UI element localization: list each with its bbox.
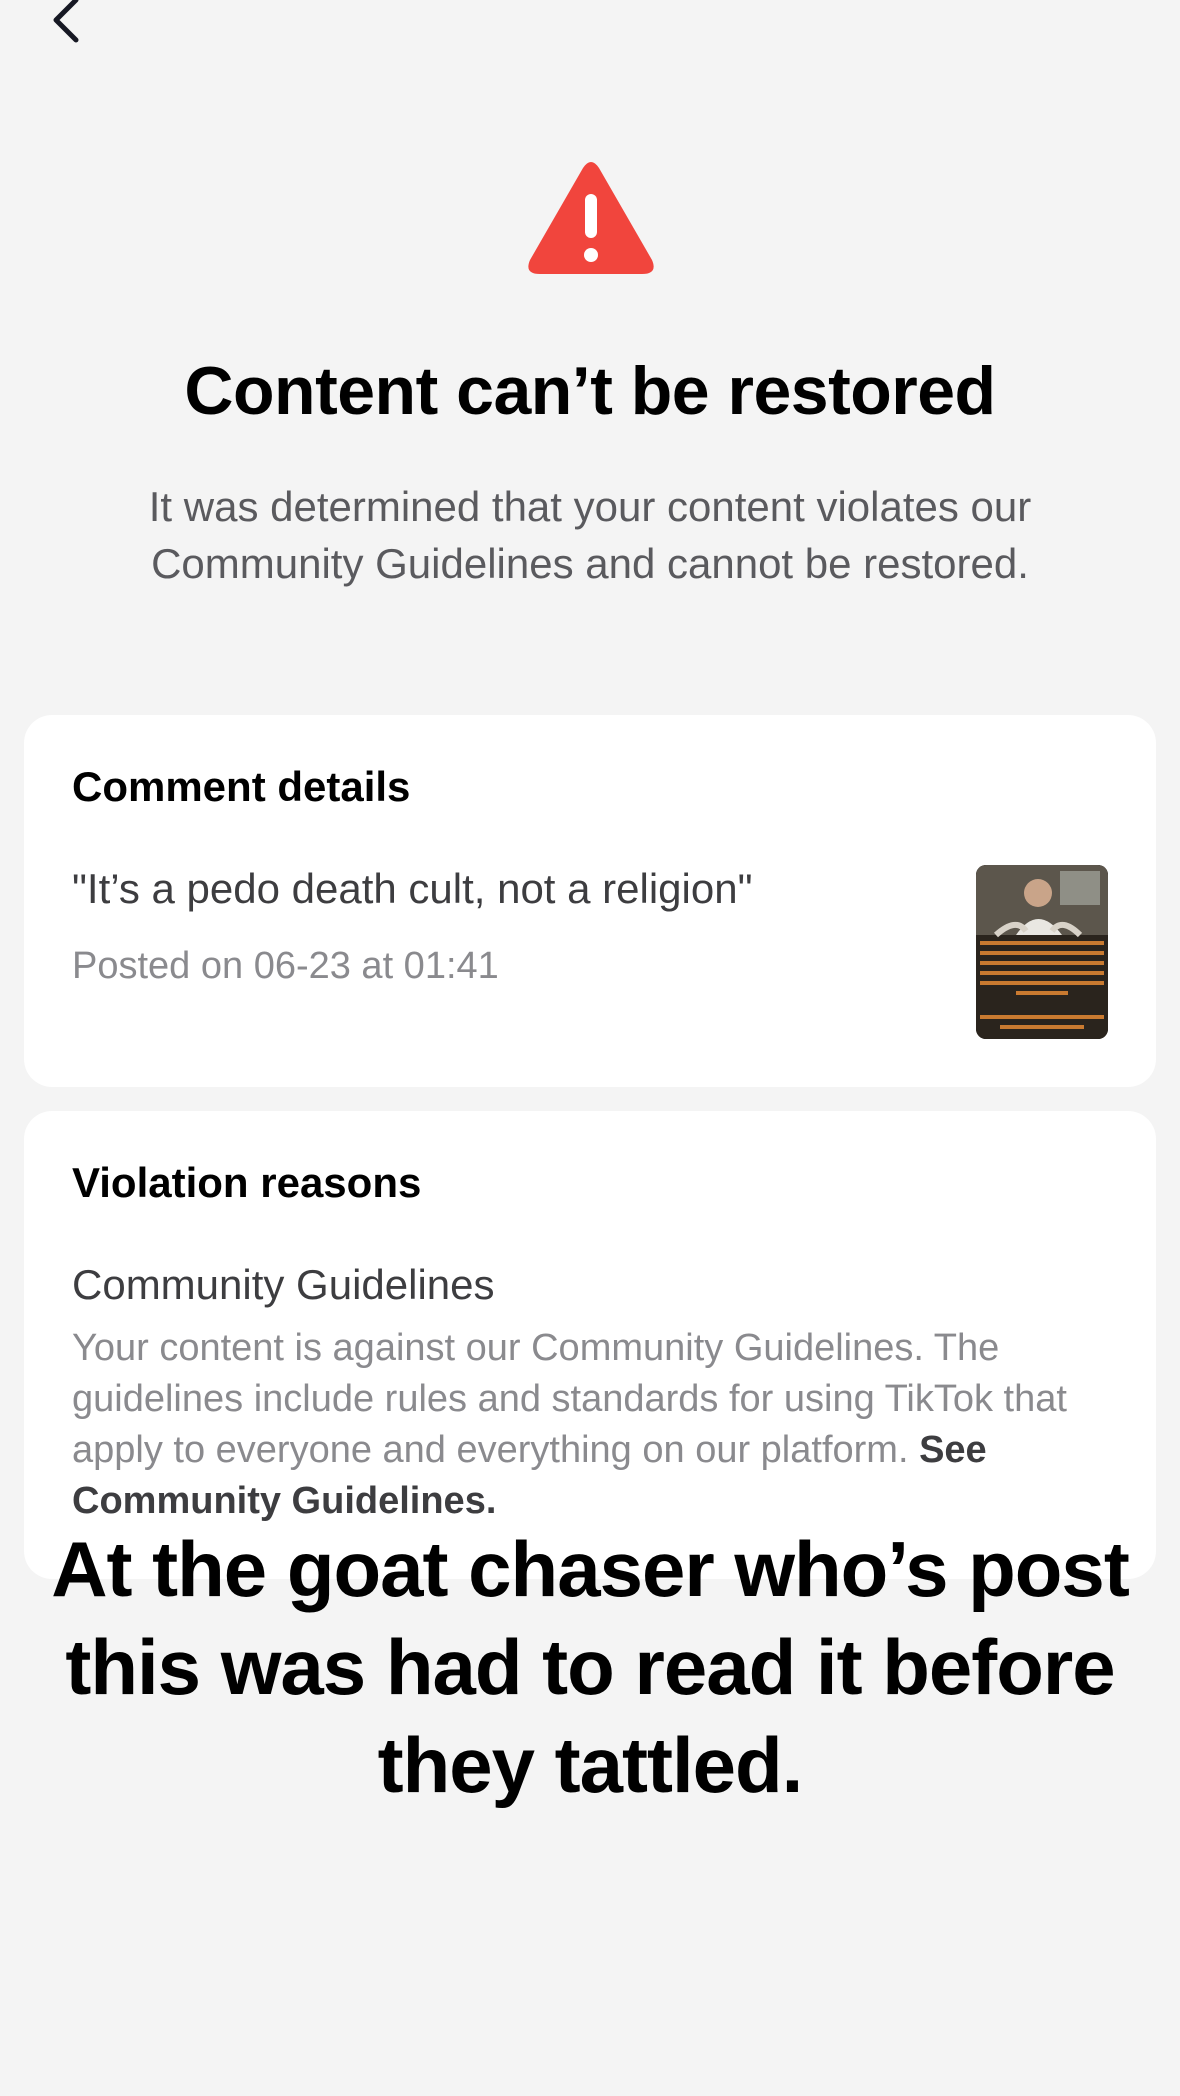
- thumbnail-image: [976, 865, 1108, 1039]
- comment-details-card: Comment details "It’s a pedo death cult,…: [24, 715, 1156, 1087]
- reason-title: Community Guidelines: [72, 1261, 495, 1308]
- comment-details-heading: Comment details: [72, 763, 411, 810]
- reason-description: Your content is against our Community Gu…: [72, 1323, 1112, 1527]
- page-title: Content can’t be restored: [184, 353, 996, 429]
- warning-triangle-icon: [528, 162, 654, 274]
- violation-reasons-card: Violation reasons Community Guidelines Y…: [24, 1111, 1156, 1579]
- chevron-left-icon: [53, 0, 79, 43]
- video-thumbnail[interactable]: [976, 865, 1108, 1039]
- violation-reasons-heading: Violation reasons: [72, 1159, 422, 1206]
- back-button[interactable]: [40, 0, 92, 46]
- overlay-caption: At the goat chaser who’s post this was h…: [51, 1525, 1130, 1809]
- comment-text: "It’s a pedo death cult, not a religion": [72, 865, 753, 912]
- comment-posted-date: Posted on 06-23 at 01:41: [72, 945, 499, 987]
- reason-body-text: Your content is against our Community Gu…: [72, 1327, 1067, 1471]
- status-message: It was determined that your content viol…: [148, 483, 1032, 587]
